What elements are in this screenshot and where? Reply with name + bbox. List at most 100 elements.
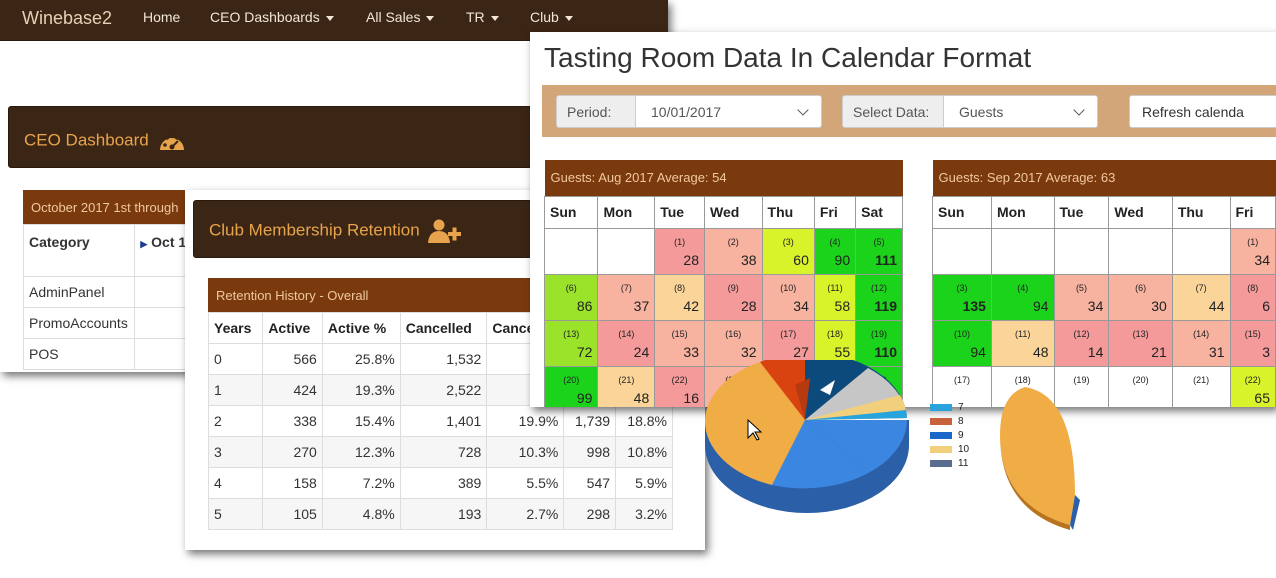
calendar-day[interactable] (543, 227, 599, 275)
calendar-day[interactable]: (3) 60 (761, 227, 815, 275)
calendar-day[interactable]: (5) 34 (1053, 273, 1110, 321)
nav-club[interactable]: Club (530, 9, 573, 25)
weekday-header: Thu (761, 195, 815, 229)
day-number: (4) (1017, 282, 1029, 293)
user-plus-icon (428, 219, 462, 243)
legend-label: 7 (958, 401, 964, 413)
table-cell: 193 (399, 498, 488, 530)
calendar-day[interactable]: (8) 6 (1229, 273, 1276, 321)
day-value: 28 (683, 251, 699, 268)
pie-chart-3d-2[interactable] (995, 375, 1090, 535)
day-number: (21) (1193, 374, 1210, 385)
calendar-day[interactable]: (13) 72 (543, 319, 599, 367)
calendar-day[interactable]: (20) (1108, 365, 1173, 407)
day-number: (11) (827, 282, 843, 293)
day-value: 32 (740, 343, 757, 360)
calendar-day[interactable] (1171, 227, 1231, 275)
nav-home[interactable]: Home (143, 9, 180, 25)
calendar-day[interactable] (597, 227, 656, 275)
day-number: (1) (1247, 236, 1259, 247)
calendar-day[interactable]: (4) 90 (813, 227, 857, 275)
day-value: 3 (1262, 343, 1270, 360)
weekday-header: Sat (855, 195, 903, 229)
column-header: Cancelled (399, 312, 488, 344)
refresh-calendar-button[interactable]: Refresh calenda (1129, 95, 1276, 128)
calendar-day[interactable]: (15) 33 (654, 319, 705, 367)
day-value: 31 (1208, 343, 1225, 360)
calendar-day[interactable]: (15) 3 (1229, 319, 1276, 367)
table-cell: 4.8% (321, 498, 401, 530)
oct-column-header[interactable]: ▶ Oct 1 (134, 224, 193, 277)
brand-logo[interactable]: Winebase2 (22, 8, 112, 29)
data-select[interactable]: Guests (943, 95, 1098, 128)
calendar-day[interactable]: (11) 48 (990, 319, 1055, 367)
calendar-day[interactable]: (7) 37 (597, 273, 656, 321)
pie-chart-3d[interactable] (700, 360, 915, 540)
table-cell: 4 (207, 467, 264, 499)
calendar-day[interactable]: (22) 16 (654, 365, 705, 407)
category-table: Category ▶ Oct 1 AdminPanel PromoAccount… (22, 224, 193, 370)
table-cell: 1,739 (563, 405, 617, 437)
calendar-day[interactable]: (21) 48 (597, 365, 656, 407)
day-number: (14) (618, 328, 635, 339)
calendar-day[interactable]: (1) 28 (654, 227, 705, 275)
calendar-day[interactable]: (6) 86 (543, 273, 599, 321)
day-value: 58 (834, 297, 851, 314)
calendar-day[interactable] (990, 227, 1055, 275)
day-value: 30 (1151, 297, 1167, 314)
day-number: (8) (674, 282, 686, 293)
calendar-day[interactable]: (11) 58 (813, 273, 857, 321)
nav-all-sales[interactable]: All Sales (366, 9, 435, 25)
calendar-day[interactable]: (12) 14 (1053, 319, 1110, 367)
calendar-day[interactable]: (10) 94 (932, 319, 992, 367)
table-row: AdminPanel (22, 276, 136, 308)
nav-ceo-dashboards[interactable]: CEO Dashboards (210, 9, 334, 25)
day-value: 65 (1254, 389, 1270, 406)
calendar-day[interactable]: (22) 65 (1229, 365, 1276, 407)
legend-item: 7 (930, 400, 969, 414)
column-header: Years (207, 312, 264, 344)
calendar-day[interactable]: (8) 42 (654, 273, 705, 321)
calendar-day[interactable]: (10) 34 (761, 273, 815, 321)
day-value: 27 (793, 343, 809, 360)
calendar-day[interactable] (932, 227, 992, 275)
calendar-day[interactable]: (7) 44 (1171, 273, 1231, 321)
calendar-day[interactable]: (1) 34 (1229, 227, 1276, 275)
period-label: Period: (556, 95, 636, 128)
day-number: (5) (1075, 282, 1087, 293)
day-number: (1) (674, 236, 686, 247)
chevron-down-icon (564, 15, 573, 21)
calendar-day[interactable]: (5) 111 (855, 227, 903, 275)
day-value: 55 (834, 343, 851, 360)
calendar-day[interactable]: (13) 21 (1108, 319, 1173, 367)
calendar-day[interactable]: (21) (1171, 365, 1231, 407)
calendar-day[interactable] (1108, 227, 1173, 275)
calendar-day[interactable]: (14) 24 (597, 319, 656, 367)
legend-label: 11 (958, 457, 969, 469)
calendar-day[interactable]: (9) 28 (704, 273, 763, 321)
day-value: 72 (576, 343, 593, 360)
nav-tr[interactable]: TR (466, 9, 499, 25)
day-number: (22) (1244, 374, 1261, 385)
period-select[interactable]: 10/01/2017 (635, 95, 822, 128)
day-value: 94 (970, 343, 986, 360)
calendar-day[interactable]: (3) 135 (932, 273, 992, 321)
calendar-day[interactable]: (20) 99 (543, 365, 599, 407)
legend-swatch (930, 403, 952, 411)
table-cell: 10.3% (486, 436, 565, 468)
retention-title: Club Membership Retention (209, 220, 420, 240)
day-value: 28 (740, 297, 757, 314)
table-cell: 15.4% (321, 405, 401, 437)
weekday-header: Wed (1108, 195, 1173, 229)
calendar-day[interactable]: (12) 119 (855, 273, 903, 321)
calendar-day[interactable]: (6) 30 (1108, 273, 1173, 321)
calendar-day[interactable] (1053, 227, 1110, 275)
table-cell: 338 (262, 405, 323, 437)
calendar-day[interactable]: (2) 38 (704, 227, 763, 275)
calendar-day[interactable]: (4) 94 (990, 273, 1055, 321)
table-row: PromoAccounts (22, 307, 136, 339)
day-number: (6) (1135, 282, 1147, 293)
legend-item: 9 (930, 428, 969, 442)
day-value: 37 (633, 297, 650, 314)
calendar-day[interactable]: (14) 31 (1171, 319, 1231, 367)
